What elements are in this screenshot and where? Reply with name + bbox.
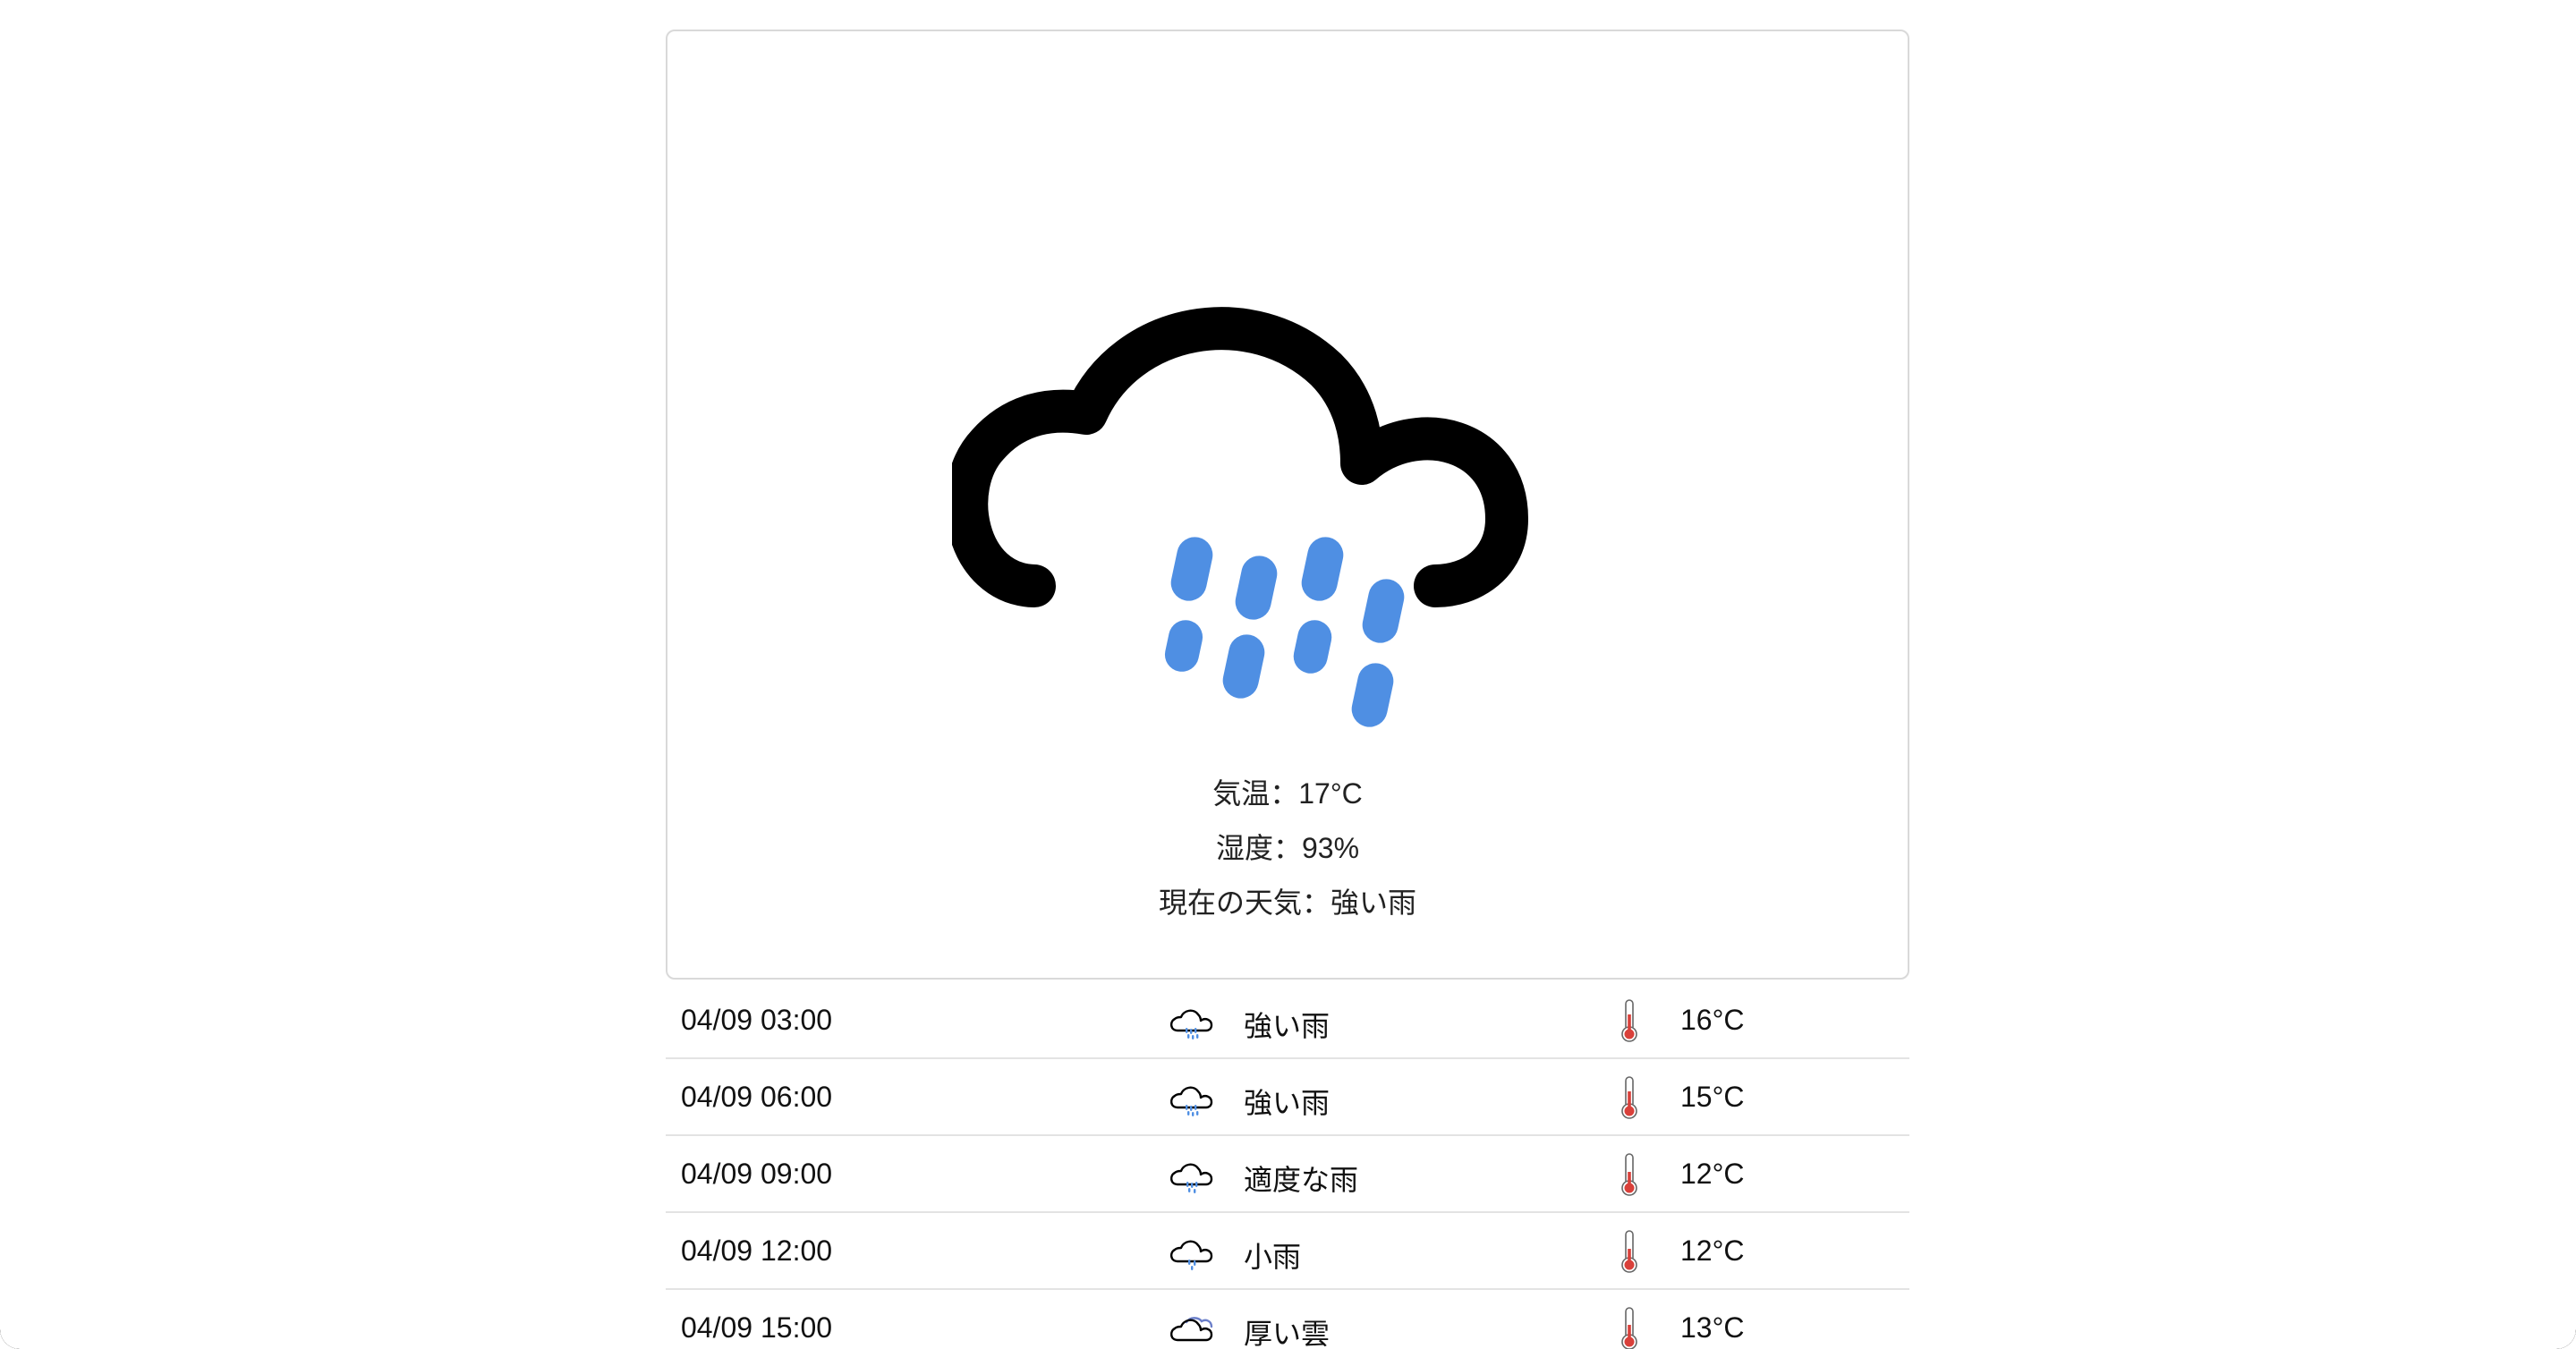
forecast-row: 04/09 15:00 厚い雲 13°C [666, 1290, 1909, 1349]
forecast-row: 04/09 06:00 強い雨 15°C [666, 1059, 1909, 1136]
forecast-description: 小雨 [1244, 1241, 1302, 1273]
heavy-rain-icon [1170, 1086, 1213, 1116]
overcast-cloud-icon [1170, 1317, 1213, 1342]
current-condition: 現在の天気：強い雨 [1158, 887, 1416, 919]
forecast-description: 厚い雲 [1244, 1318, 1331, 1349]
forecast-temperature: 12°C [1680, 1234, 1745, 1267]
weather-page: 気温：17°C 湿度：93% 現在の天気：強い雨 04/09 03:00 強い雨… [0, 0, 2576, 1349]
heavy-rain-icon [952, 307, 1528, 727]
thermometer-icon [1621, 1230, 1637, 1273]
forecast-description: 強い雨 [1244, 1010, 1331, 1042]
current-humidity: 湿度：93% [1215, 832, 1360, 864]
forecast-temperature: 13°C [1680, 1311, 1745, 1344]
thermometer-icon [1621, 1076, 1637, 1119]
forecast-time: 04/09 03:00 [681, 1004, 833, 1036]
thermometer-icon [1621, 1153, 1637, 1196]
forecast-description: 強い雨 [1244, 1087, 1331, 1119]
current-temperature: 気温：17°C [1212, 777, 1363, 810]
forecast-time: 04/09 06:00 [681, 1081, 833, 1113]
heavy-rain-icon [1170, 1009, 1213, 1039]
forecast-time: 04/09 09:00 [681, 1158, 833, 1190]
forecast-temperature: 12°C [1680, 1158, 1745, 1190]
forecast-temperature: 16°C [1680, 1004, 1745, 1036]
forecast-row: 04/09 12:00 小雨 12°C [666, 1213, 1909, 1290]
forecast-row: 04/09 09:00 適度な雨 12°C [666, 1136, 1909, 1213]
forecast-description: 適度な雨 [1244, 1164, 1359, 1196]
moderate-rain-icon [1170, 1163, 1213, 1193]
forecast-time: 04/09 15:00 [681, 1311, 833, 1344]
thermometer-icon [1621, 1307, 1637, 1349]
rain-drops [1164, 537, 1405, 727]
light-rain-icon [1170, 1240, 1213, 1270]
forecast-time: 04/09 12:00 [681, 1234, 833, 1267]
current-weather-card: 気温：17°C 湿度：93% 現在の天気：強い雨 [666, 30, 1909, 980]
thermometer-icon [1621, 999, 1637, 1042]
forecast-list: 04/09 03:00 強い雨 16°C 04/09 06:00 強い雨 15°… [666, 982, 1909, 1349]
forecast-row: 04/09 03:00 強い雨 16°C [666, 982, 1909, 1059]
forecast-temperature: 15°C [1680, 1081, 1745, 1113]
